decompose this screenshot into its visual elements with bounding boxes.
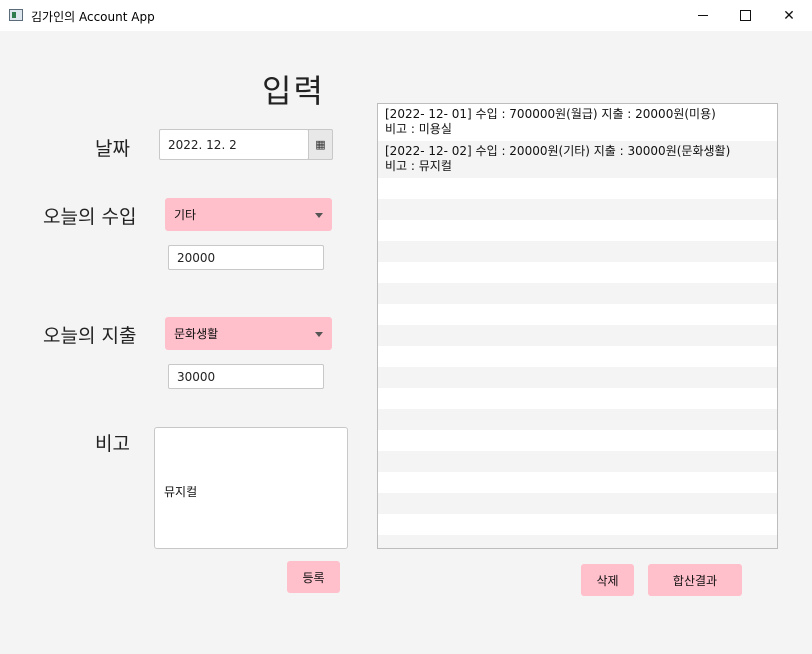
records-list[interactable]: [2022- 12- 01] 수입 : 700000원(월급) 지출 : 200… [377, 103, 778, 549]
income-category-value: 기타 [174, 208, 197, 222]
income-label: 오늘의 수입 [43, 206, 137, 228]
memo-textarea[interactable]: 뮤지컬 [154, 427, 348, 549]
expense-amount-input[interactable]: 30000 [168, 364, 324, 389]
close-icon: ✕ [783, 7, 795, 24]
empty-row [378, 178, 777, 199]
minimize-icon [698, 15, 708, 16]
list-item[interactable]: [2022- 12- 01] 수입 : 700000원(월급) 지출 : 200… [378, 104, 777, 141]
empty-row [378, 514, 777, 535]
record-line1: [2022- 12- 02] 수입 : 20000원(기타) 지출 : 3000… [385, 144, 731, 158]
total-result-button[interactable]: 합산결과 [648, 564, 742, 596]
empty-row [378, 220, 777, 241]
app-window-icon [9, 9, 23, 21]
expense-category-value: 문화생활 [174, 327, 219, 341]
calendar-button[interactable]: ▦ [308, 129, 333, 160]
empty-row [378, 451, 777, 472]
empty-row [378, 325, 777, 346]
income-amount-input[interactable]: 20000 [168, 245, 324, 270]
delete-button[interactable]: 삭제 [581, 564, 634, 596]
expense-label: 오늘의 지출 [43, 325, 137, 347]
title-bar: 김가인의 Account App ✕ [0, 0, 812, 31]
date-label: 날짜 [95, 138, 130, 160]
list-item[interactable]: [2022- 12- 02] 수입 : 20000원(기타) 지출 : 3000… [378, 141, 777, 178]
record-line2: 비고 : 뮤지컬 [385, 159, 452, 173]
record-line2: 비고 : 미용실 [385, 122, 452, 136]
chevron-down-icon [315, 331, 323, 337]
empty-row [378, 241, 777, 262]
empty-row [378, 409, 777, 430]
expense-category-select[interactable]: 문화생활 [165, 317, 332, 350]
minimize-button[interactable] [680, 0, 726, 31]
empty-row [378, 304, 777, 325]
empty-row [378, 367, 777, 388]
calendar-icon: ▦ [315, 138, 326, 151]
register-button[interactable]: 등록 [287, 561, 340, 593]
empty-row [378, 472, 777, 493]
empty-row [378, 535, 777, 548]
income-category-select[interactable]: 기타 [165, 198, 332, 231]
close-button[interactable]: ✕ [766, 0, 812, 31]
empty-row [378, 493, 777, 514]
maximize-icon [739, 10, 751, 21]
empty-row [378, 199, 777, 220]
memo-label: 비고 [95, 433, 130, 455]
chevron-down-icon [315, 212, 323, 218]
record-line1: [2022- 12- 01] 수입 : 700000원(월급) 지출 : 200… [385, 107, 716, 121]
page-title: 입력 [262, 72, 325, 110]
empty-row [378, 262, 777, 283]
maximize-button[interactable] [722, 0, 768, 31]
empty-row [378, 388, 777, 409]
date-picker-input[interactable]: 2022. 12. 2 [159, 129, 309, 160]
window-title: 김가인의 Account App [31, 10, 155, 24]
empty-row [378, 346, 777, 367]
empty-row [378, 283, 777, 304]
empty-row [378, 430, 777, 451]
